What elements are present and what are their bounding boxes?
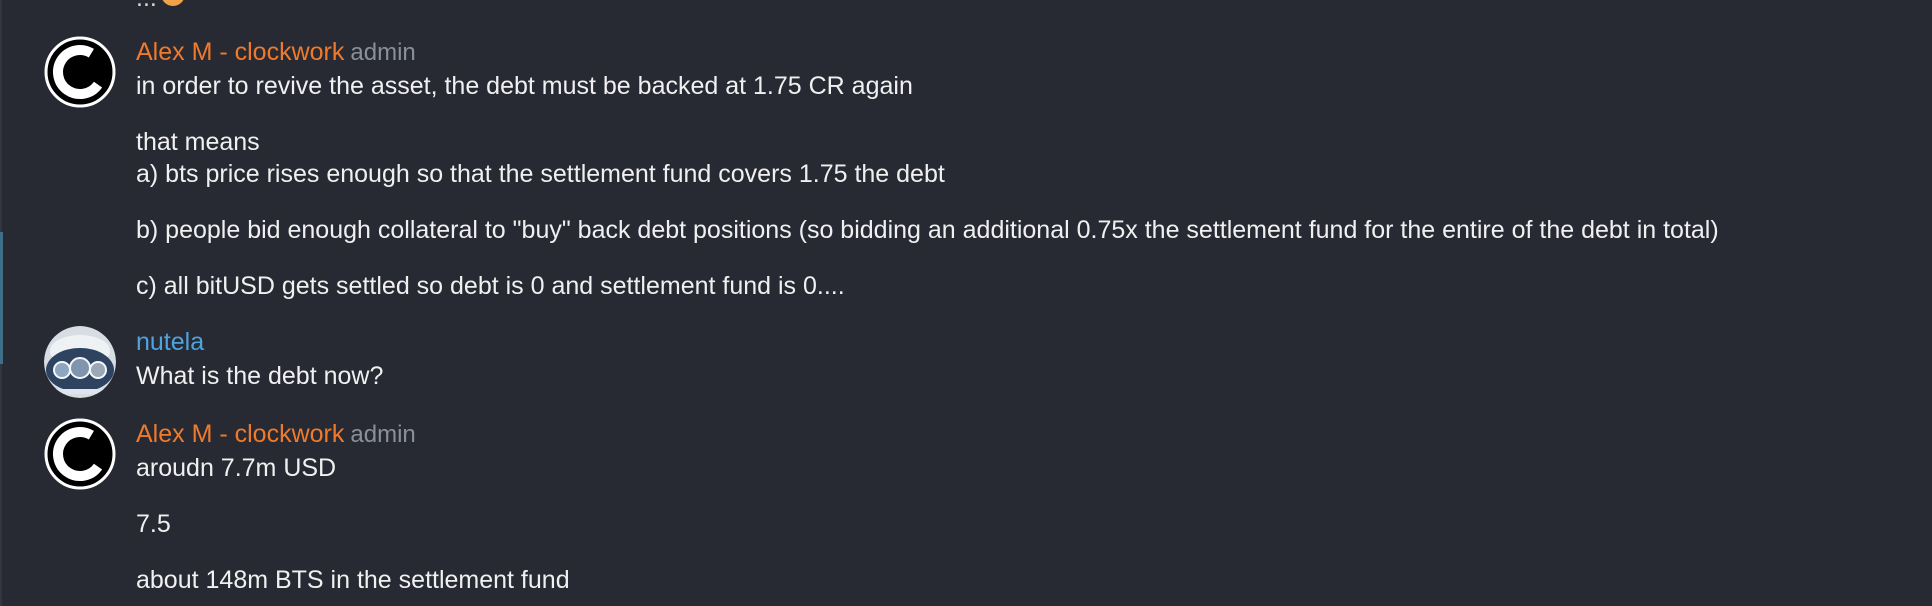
photo-avatar-icon[interactable] bbox=[44, 326, 116, 398]
message-header: Alex M - clockwork admin bbox=[136, 418, 416, 450]
avatar-photo-svg bbox=[44, 326, 116, 398]
partial-message-text: ... bbox=[136, 0, 157, 12]
message-text: about 148m BTS in the settlement fund bbox=[136, 566, 570, 594]
message-text: What is the debt now? bbox=[136, 362, 384, 390]
avatar-logo-svg bbox=[44, 36, 116, 108]
emoji-icon bbox=[160, 0, 185, 6]
author-name[interactable]: nutela bbox=[136, 328, 204, 356]
message-text: in order to revive the asset, the debt m… bbox=[136, 72, 913, 100]
role-badge: admin bbox=[350, 421, 416, 448]
message-header: Alex M - clockwork admin bbox=[136, 36, 416, 68]
clockwork-logo-icon[interactable] bbox=[44, 36, 116, 108]
author-name[interactable]: Alex M - clockwork bbox=[136, 38, 344, 66]
message-header: nutela bbox=[136, 326, 204, 358]
role-badge: admin bbox=[350, 39, 416, 66]
author-name[interactable]: Alex M - clockwork bbox=[136, 420, 344, 448]
partial-message: ... bbox=[136, 0, 185, 11]
message-text: that means bbox=[136, 128, 260, 156]
clockwork-logo-icon[interactable] bbox=[44, 418, 116, 490]
message-text: aroudn 7.7m USD bbox=[136, 454, 337, 482]
message-text: 7.5 bbox=[136, 510, 171, 538]
message-text: b) people bid enough collateral to "buy"… bbox=[136, 216, 1719, 244]
message-text: a) bts price rises enough so that the se… bbox=[136, 160, 945, 188]
avatar-logo-svg bbox=[44, 418, 116, 490]
chat-log: ... Alex M - clockworkadmin in order to … bbox=[0, 0, 1932, 606]
message-text: c) all bitUSD gets settled so debt is 0 … bbox=[136, 272, 845, 300]
